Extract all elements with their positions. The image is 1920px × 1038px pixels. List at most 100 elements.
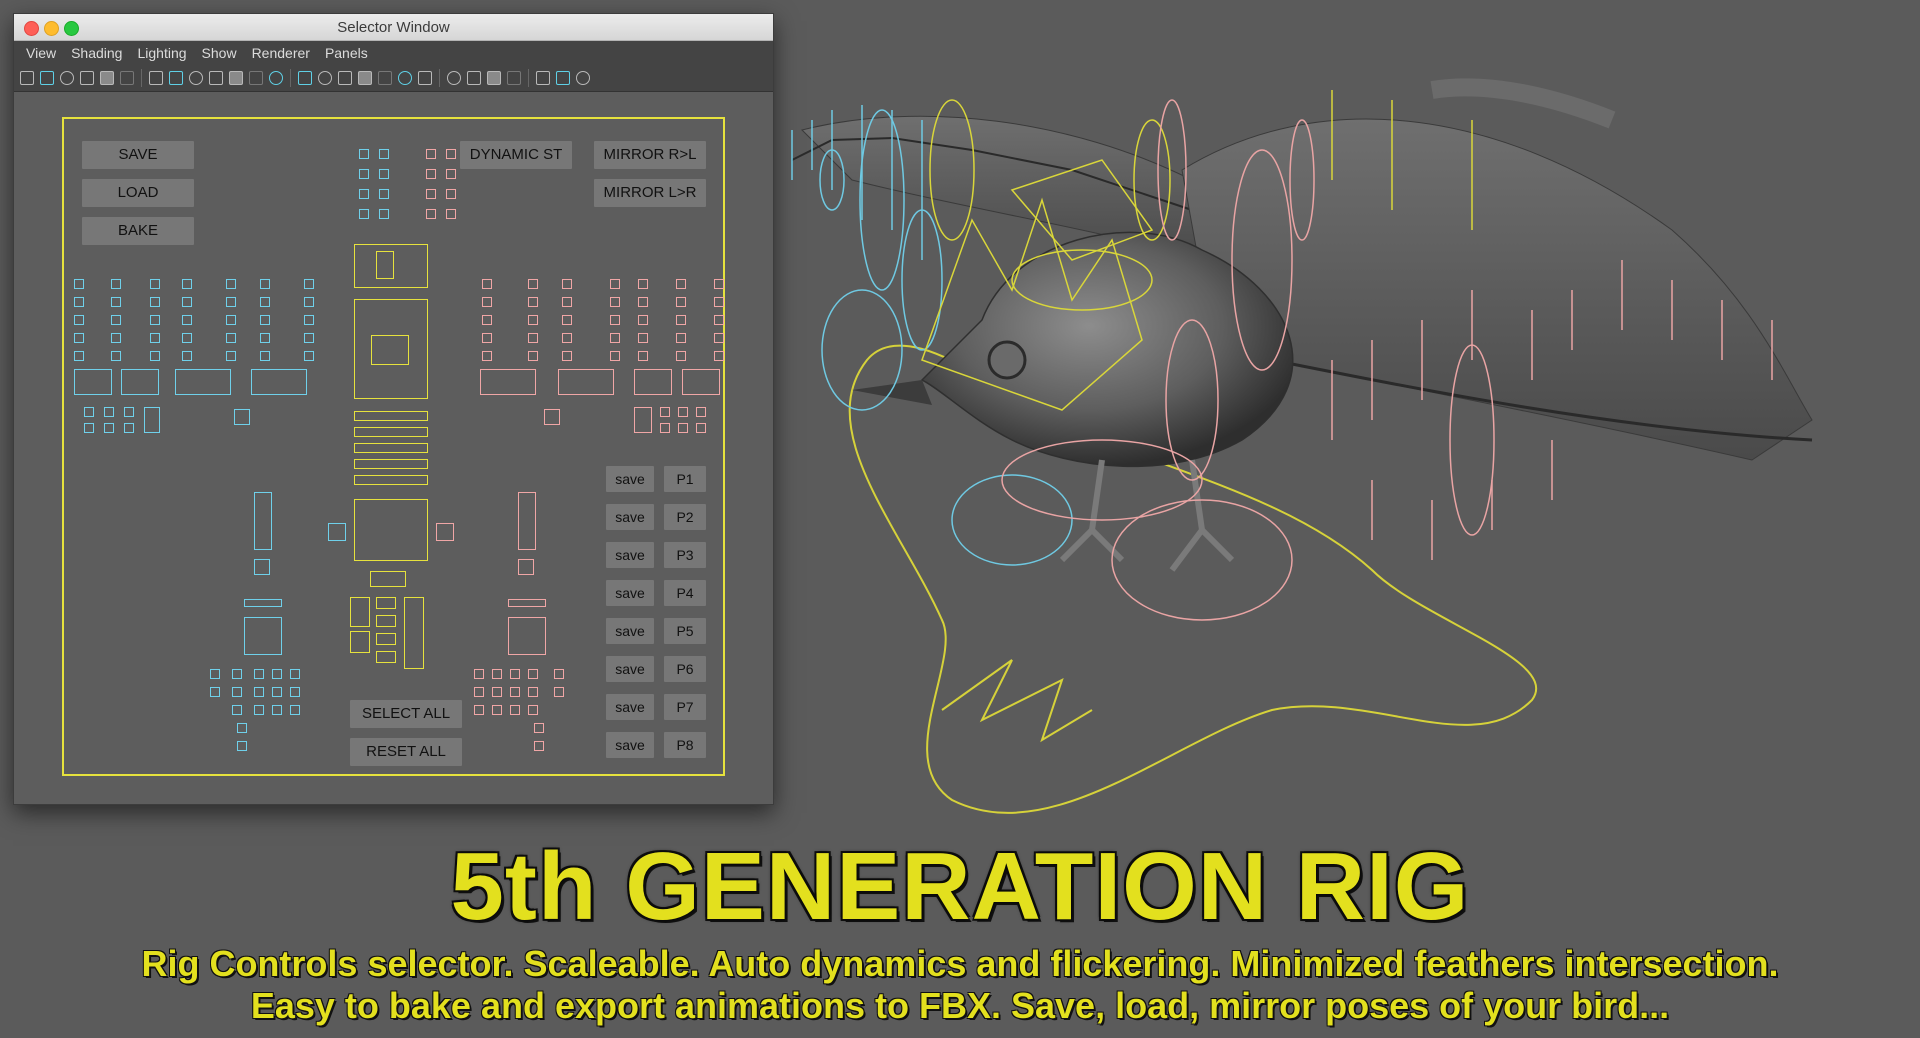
center-rig-control[interactable] xyxy=(354,499,428,561)
right-rig-control[interactable] xyxy=(482,351,492,361)
menu-renderer[interactable]: Renderer xyxy=(252,45,310,61)
right-rig-control[interactable] xyxy=(544,409,560,425)
left-rig-control[interactable] xyxy=(232,687,242,697)
bookmark-icon[interactable] xyxy=(60,71,74,85)
right-rig-control[interactable] xyxy=(558,369,614,395)
gate-mask-icon[interactable] xyxy=(209,71,223,85)
default-material-icon[interactable] xyxy=(338,71,352,85)
right-rig-control[interactable] xyxy=(638,315,648,325)
left-rig-control[interactable] xyxy=(359,189,369,199)
left-rig-control[interactable] xyxy=(234,409,250,425)
field-chart-icon[interactable] xyxy=(229,71,243,85)
left-rig-control[interactable] xyxy=(182,279,192,289)
right-rig-control[interactable] xyxy=(528,333,538,343)
right-rig-control[interactable] xyxy=(492,705,502,715)
left-rig-control[interactable] xyxy=(150,315,160,325)
menu-view[interactable]: View xyxy=(26,45,56,61)
center-rig-control[interactable] xyxy=(376,597,396,609)
right-rig-control[interactable] xyxy=(528,351,538,361)
left-rig-control[interactable] xyxy=(111,279,121,289)
pose-p8-button[interactable]: P8 xyxy=(664,732,706,758)
right-rig-control[interactable] xyxy=(610,315,620,325)
left-rig-control[interactable] xyxy=(111,333,121,343)
right-rig-control[interactable] xyxy=(446,169,456,179)
xray-icon[interactable] xyxy=(378,71,392,85)
right-rig-control[interactable] xyxy=(446,149,456,159)
center-rig-control[interactable] xyxy=(354,443,428,453)
center-rig-control[interactable] xyxy=(350,631,370,653)
right-rig-control[interactable] xyxy=(562,351,572,361)
left-rig-control[interactable] xyxy=(210,687,220,697)
right-rig-control[interactable] xyxy=(562,297,572,307)
left-rig-control[interactable] xyxy=(254,705,264,715)
right-rig-control[interactable] xyxy=(446,209,456,219)
ambient-occlusion-icon[interactable] xyxy=(447,71,461,85)
left-rig-control[interactable] xyxy=(144,407,160,433)
left-rig-control[interactable] xyxy=(111,297,121,307)
load-button[interactable]: LOAD xyxy=(82,179,194,207)
right-rig-control[interactable] xyxy=(426,169,436,179)
left-rig-control[interactable] xyxy=(84,407,94,417)
pose-save-button[interactable]: save xyxy=(606,694,654,720)
menu-panels[interactable]: Panels xyxy=(325,45,368,61)
left-rig-control[interactable] xyxy=(124,423,134,433)
menu-show[interactable]: Show xyxy=(202,45,237,61)
pose-save-button[interactable]: save xyxy=(606,656,654,682)
right-rig-control[interactable] xyxy=(714,279,724,289)
left-rig-control[interactable] xyxy=(232,705,242,715)
right-rig-control[interactable] xyxy=(534,723,544,733)
left-rig-control[interactable] xyxy=(254,559,270,575)
right-rig-control[interactable] xyxy=(492,669,502,679)
3d-viewport[interactable] xyxy=(772,60,1920,840)
left-rig-control[interactable] xyxy=(226,315,236,325)
right-rig-control[interactable] xyxy=(528,705,538,715)
right-rig-control[interactable] xyxy=(562,315,572,325)
right-rig-control[interactable] xyxy=(482,279,492,289)
xray-active-icon[interactable] xyxy=(576,71,590,85)
left-rig-control[interactable] xyxy=(290,687,300,697)
pose-p6-button[interactable]: P6 xyxy=(664,656,706,682)
right-rig-control[interactable] xyxy=(534,741,544,751)
right-rig-control[interactable] xyxy=(714,315,724,325)
right-rig-control[interactable] xyxy=(508,599,546,607)
center-rig-control[interactable] xyxy=(354,475,428,485)
right-rig-control[interactable] xyxy=(676,279,686,289)
pose-p3-button[interactable]: P3 xyxy=(664,542,706,568)
right-rig-control[interactable] xyxy=(634,407,652,433)
left-rig-control[interactable] xyxy=(237,723,247,733)
center-rig-control[interactable] xyxy=(354,411,428,421)
left-rig-control[interactable] xyxy=(111,351,121,361)
left-rig-control[interactable] xyxy=(260,351,270,361)
smooth-shade-icon[interactable] xyxy=(318,71,332,85)
right-rig-control[interactable] xyxy=(678,423,688,433)
right-rig-control[interactable] xyxy=(508,617,546,655)
right-rig-control[interactable] xyxy=(528,297,538,307)
pose-save-button[interactable]: save xyxy=(606,466,654,492)
resolution-gate-icon[interactable] xyxy=(189,71,203,85)
right-rig-control[interactable] xyxy=(474,687,484,697)
right-rig-control[interactable] xyxy=(528,687,538,697)
left-rig-control[interactable] xyxy=(237,741,247,751)
center-rig-control[interactable] xyxy=(376,651,396,663)
right-rig-control[interactable] xyxy=(676,333,686,343)
right-rig-control[interactable] xyxy=(474,669,484,679)
left-rig-control[interactable] xyxy=(124,407,134,417)
left-rig-control[interactable] xyxy=(254,687,264,697)
left-rig-control[interactable] xyxy=(272,687,282,697)
left-rig-control[interactable] xyxy=(359,209,369,219)
right-rig-control[interactable] xyxy=(676,351,686,361)
left-rig-control[interactable] xyxy=(254,669,264,679)
right-rig-control[interactable] xyxy=(528,669,538,679)
right-rig-control[interactable] xyxy=(610,351,620,361)
move-camera-icon[interactable] xyxy=(100,71,114,85)
left-rig-control[interactable] xyxy=(290,705,300,715)
bake-button[interactable]: BAKE xyxy=(82,217,194,245)
left-rig-control[interactable] xyxy=(74,279,84,289)
center-rig-control[interactable] xyxy=(371,335,409,365)
left-rig-control[interactable] xyxy=(251,369,307,395)
left-rig-control[interactable] xyxy=(244,617,282,655)
left-rig-control[interactable] xyxy=(182,297,192,307)
mirror-l-to-r-button[interactable]: MIRROR L>R xyxy=(594,179,706,207)
left-rig-control[interactable] xyxy=(74,369,112,395)
left-rig-control[interactable] xyxy=(150,297,160,307)
